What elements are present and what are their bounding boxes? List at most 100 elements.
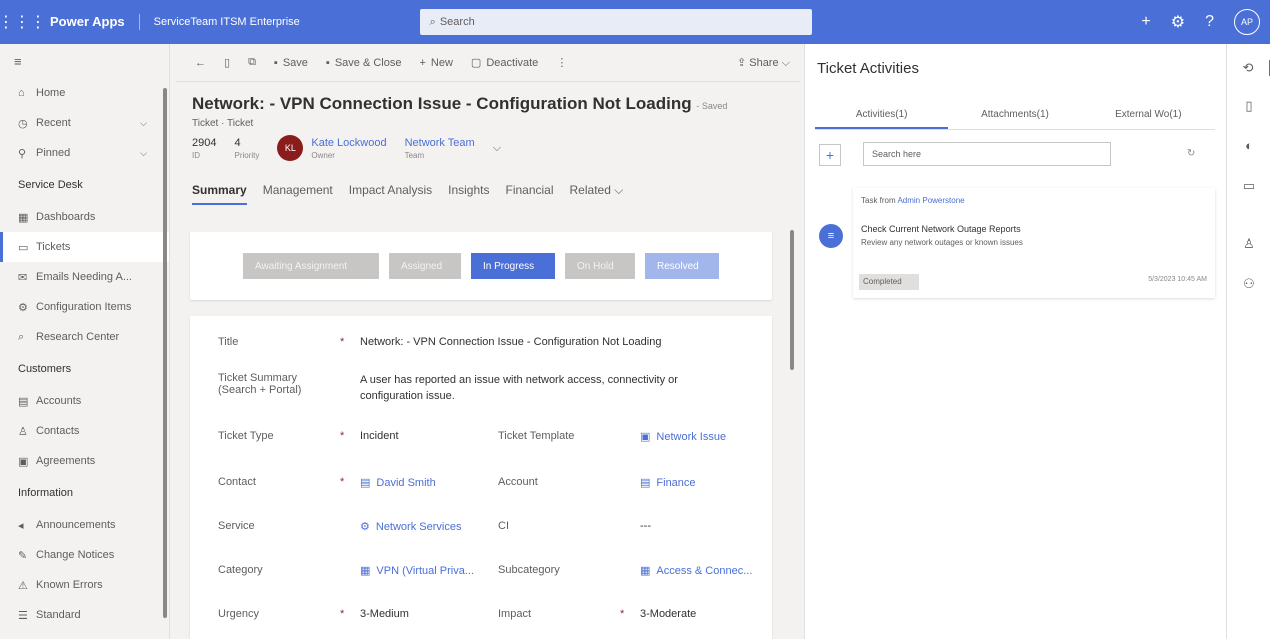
tab-related[interactable]: Related ⌵ (570, 183, 624, 205)
impact-label: Impact (498, 608, 532, 620)
owner-link[interactable]: Kate Lockwood (311, 137, 386, 149)
tab-impact-analysis[interactable]: Impact Analysis (349, 183, 432, 205)
app-name[interactable]: Power Apps (44, 14, 140, 30)
activity-card[interactable]: Task from Admin Powerstone Check Current… (853, 188, 1215, 298)
chat-icon[interactable]: ▭ (1227, 178, 1270, 194)
account-icon: ▤ (640, 477, 651, 489)
nav-item-recent[interactable]: ◷ Recent ⌵ (0, 108, 169, 138)
tab-insights[interactable]: Insights (448, 183, 489, 205)
search-placeholder: Search (439, 16, 475, 28)
record-form-selector[interactable]: Ticket · Ticket (192, 118, 784, 129)
history-icon[interactable]: ⟲ (1227, 60, 1270, 76)
ticket-summary-field[interactable]: A user has reported an issue with networ… (360, 372, 678, 404)
refresh-icon[interactable]: ↻ (1187, 148, 1195, 159)
nav-item-home[interactable]: ⌂ Home (0, 78, 169, 108)
nav-item-contacts[interactable]: ♙ Contacts (0, 416, 169, 446)
add-activity-button[interactable]: + (819, 144, 841, 166)
nav-item-pinned[interactable]: ⚲ Pinned ⌵ (0, 138, 169, 168)
more-commands-icon[interactable]: ⋮ (547, 56, 576, 69)
header-expand-chevron-icon[interactable]: ⌵ (493, 142, 501, 155)
tab-activities[interactable]: Activities(1) (815, 104, 949, 129)
stage-on-hold[interactable]: On Hold (565, 253, 635, 279)
account-link[interactable]: ▤ Finance (640, 476, 696, 489)
building-icon: ▤ (18, 395, 29, 408)
header-field-owner: KL Kate Lockwood Owner (277, 135, 387, 161)
nav-item-accounts[interactable]: ▤ Accounts (0, 386, 169, 416)
pin-icon: ⚲ (18, 147, 27, 160)
save-close-button[interactable]: ▪ Save & Close (317, 57, 411, 69)
tab-attachments[interactable]: Attachments(1) (948, 104, 1081, 129)
megaphone-icon: ◂ (18, 519, 24, 532)
title-field[interactable]: Network: - VPN Connection Issue - Config… (360, 336, 661, 348)
subcategory-icon: ▦ (640, 565, 651, 577)
team-link[interactable]: Network Team (405, 137, 475, 149)
activity-owner-link[interactable]: Admin Powerstone (897, 196, 964, 205)
urgency-field[interactable]: 3-Medium (360, 608, 409, 620)
gear-icon[interactable]: ⚙ (1171, 12, 1185, 32)
help-icon[interactable]: ? (1205, 13, 1214, 31)
nav-item-known-errors[interactable]: ⚠ Known Errors (0, 570, 169, 600)
people-icon[interactable]: ⚇ (1227, 276, 1270, 292)
nav-item-research-center[interactable]: ⌕ Research Center (0, 322, 169, 352)
business-process-flow: Awaiting Assignment Assigned In Progress… (190, 232, 772, 300)
tab-financial[interactable]: Financial (505, 183, 553, 205)
side-pane-rail: ⟲ ▯ ◐ ▭ ♙ ⚇ (1226, 44, 1270, 639)
nav-item-announcements[interactable]: ◂ Announcements (0, 510, 169, 540)
share-button[interactable]: ⇪ Share ⌵ (737, 56, 790, 70)
environment-name[interactable]: ServiceTeam ITSM Enterprise (140, 16, 420, 28)
title-label: Title (218, 336, 239, 348)
copilot-icon[interactable]: ◐ (1227, 138, 1270, 153)
nav-item-dashboards[interactable]: ▦ Dashboards (0, 202, 169, 232)
person-icon[interactable]: ♙ (1227, 236, 1270, 252)
chevron-down-icon: ⌵ (781, 57, 790, 69)
notes-icon[interactable]: ▯ (1227, 98, 1270, 114)
category-link[interactable]: ▦ VPN (Virtual Priva... (360, 564, 474, 577)
stage-awaiting-assignment[interactable]: Awaiting Assignment (243, 253, 379, 279)
document-icon: ▣ (18, 455, 29, 468)
impact-field[interactable]: 3-Moderate (640, 608, 696, 620)
nav-item-standard[interactable]: ☰ Standard (0, 600, 169, 630)
nav-item-configuration-items[interactable]: ⚙ Configuration Items (0, 292, 169, 322)
form-scrollbar[interactable] (790, 230, 794, 370)
service-link[interactable]: ⚙ Network Services (360, 520, 461, 533)
contact-link[interactable]: ▤ David Smith (360, 476, 436, 489)
nav-item-tickets[interactable]: ▭ Tickets (0, 232, 169, 262)
new-button[interactable]: + New (410, 57, 461, 69)
nav-item-change-notices[interactable]: ✎ Change Notices (0, 540, 169, 570)
deactivate-button[interactable]: ▢ Deactivate (462, 56, 547, 70)
chevron-down-icon[interactable]: ⌵ (140, 148, 147, 159)
plus-icon: + (419, 56, 426, 69)
header-field-priority: 4 Priority (234, 136, 260, 160)
dashboard-icon: ▦ (18, 211, 29, 224)
hamburger-icon[interactable]: ≡ (0, 44, 169, 78)
tab-external-work[interactable]: External Wo(1) (1082, 104, 1215, 129)
nav-item-agreements[interactable]: ▣ Agreements (0, 446, 169, 476)
plus-icon[interactable]: + (1141, 13, 1150, 31)
ticket-activities-panel: Ticket Activities Activities(1) Attachme… (804, 44, 1226, 639)
tab-summary[interactable]: Summary (192, 183, 247, 205)
app-launcher-icon[interactable]: ⋮⋮⋮ (0, 0, 46, 44)
global-search-input[interactable]: ⌕ Search (419, 9, 812, 35)
save-button[interactable]: ▪ Save (265, 57, 317, 69)
ticket-type-field[interactable]: Incident (360, 430, 399, 442)
contact-card-icon: ▤ (360, 477, 371, 489)
activities-search-input[interactable]: Search here (863, 142, 1111, 166)
ticket-template-link[interactable]: ▣ Network Issue (640, 430, 726, 443)
ci-field[interactable]: --- (640, 520, 651, 532)
record-icon[interactable]: ▯ (215, 56, 239, 69)
back-icon[interactable]: ← (186, 57, 215, 69)
nav-item-emails[interactable]: ✉ Emails Needing A... (0, 262, 169, 292)
subcategory-link[interactable]: ▦ Access & Connec... (640, 564, 752, 577)
contact-label: Contact (218, 476, 256, 488)
person-icon: ♙ (18, 425, 28, 438)
user-avatar[interactable]: AP (1234, 9, 1260, 35)
popout-icon[interactable]: ⧉ (239, 56, 265, 69)
tab-management[interactable]: Management (263, 183, 333, 205)
header-field-team: Network Team Team (404, 136, 475, 160)
nav-scrollbar[interactable] (163, 88, 167, 618)
activity-subject: Check Current Network Outage Reports (861, 224, 1021, 234)
stage-assigned[interactable]: Assigned (389, 253, 461, 279)
chevron-down-icon[interactable]: ⌵ (140, 118, 147, 129)
stage-in-progress[interactable]: In Progress (471, 253, 555, 279)
stage-resolved[interactable]: Resolved (645, 253, 719, 279)
